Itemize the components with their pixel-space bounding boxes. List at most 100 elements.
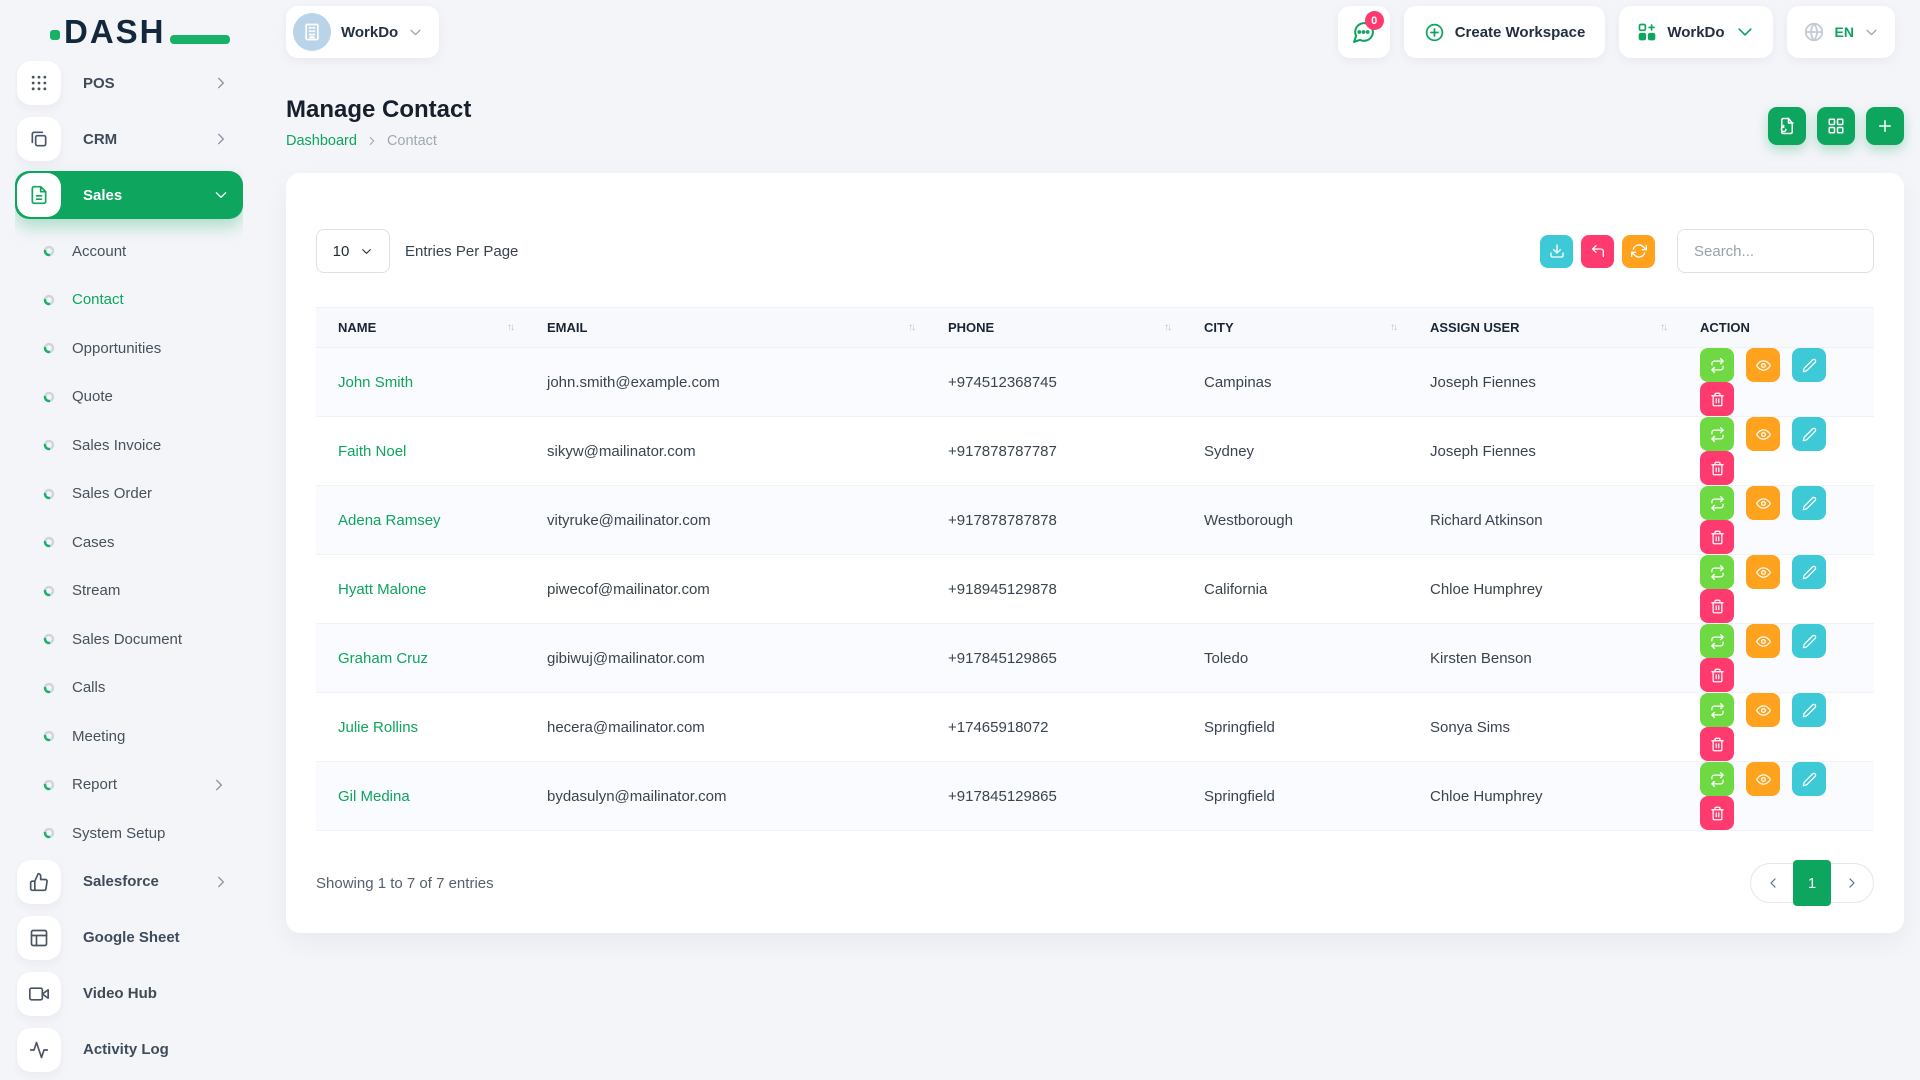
column-header[interactable]: NAME ↑↓: [316, 308, 525, 348]
edit-button[interactable]: [1792, 624, 1826, 658]
convert-icon: [1710, 703, 1725, 718]
previous-page-button[interactable]: [1754, 863, 1791, 903]
convert-button[interactable]: [1700, 693, 1734, 727]
table-row: Faith Noel sikyw@mailinator.com +9178787…: [316, 417, 1874, 486]
sidebar-subitem-sales-invoice[interactable]: Sales Invoice: [15, 421, 243, 470]
contact-name-link[interactable]: Gil Medina: [338, 788, 410, 805]
language-selector[interactable]: EN: [1787, 6, 1895, 58]
column-header[interactable]: ASSIGN USER ↑↓: [1408, 308, 1678, 348]
edit-button[interactable]: [1792, 417, 1826, 451]
convert-button[interactable]: [1700, 486, 1734, 520]
sort-icon[interactable]: ↑↓: [1164, 322, 1170, 333]
sidebar-item-video-hub[interactable]: Video Hub: [15, 970, 243, 1018]
sidebar-subitem-sales-document[interactable]: Sales Document: [15, 615, 243, 664]
sidebar-item-crm[interactable]: CRM: [15, 115, 243, 163]
view-button[interactable]: [1746, 624, 1780, 658]
view-button[interactable]: [1746, 486, 1780, 520]
entries-per-page-select[interactable]: 10: [316, 229, 390, 273]
grid-view-button[interactable]: [1817, 107, 1855, 145]
breadcrumb-dashboard-link[interactable]: Dashboard: [286, 133, 357, 149]
workspace-switcher[interactable]: WorkDo: [286, 6, 439, 58]
create-workspace-button[interactable]: Create Workspace: [1404, 6, 1606, 58]
sidebar-item-sales[interactable]: Sales: [15, 171, 243, 219]
sidebar-subitem-contact[interactable]: Contact: [15, 276, 243, 325]
edit-button[interactable]: [1792, 762, 1826, 796]
refresh-button[interactable]: [1622, 235, 1655, 268]
delete-button[interactable]: [1700, 589, 1734, 623]
sidebar-subitem-opportunities[interactable]: Opportunities: [15, 324, 243, 373]
edit-button[interactable]: [1792, 693, 1826, 727]
convert-button[interactable]: [1700, 348, 1734, 382]
sidebar-subitem-system-setup[interactable]: System Setup: [15, 809, 243, 858]
edit-button[interactable]: [1792, 348, 1826, 382]
delete-button[interactable]: [1700, 727, 1734, 761]
contact-name-link[interactable]: Faith Noel: [338, 443, 406, 460]
sidebar-subitem-report[interactable]: Report: [15, 761, 243, 810]
view-button[interactable]: [1746, 348, 1780, 382]
sort-icon[interactable]: ↑↓: [908, 322, 914, 333]
view-button[interactable]: [1746, 693, 1780, 727]
view-button[interactable]: [1746, 417, 1780, 451]
view-button[interactable]: [1746, 762, 1780, 796]
undo-button[interactable]: [1581, 235, 1614, 268]
next-page-button[interactable]: [1833, 863, 1870, 903]
sidebar-item-activity-log[interactable]: Activity Log: [15, 1026, 243, 1074]
sort-icon[interactable]: ↑↓: [507, 322, 513, 333]
convert-button[interactable]: [1700, 624, 1734, 658]
contact-city: Sydney: [1182, 417, 1408, 486]
column-header[interactable]: ACTION ↑↓: [1678, 308, 1874, 348]
delete-button[interactable]: [1700, 796, 1734, 830]
add-contact-button[interactable]: [1866, 107, 1904, 145]
convert-button[interactable]: [1700, 762, 1734, 796]
contact-phone: +17465918072: [926, 693, 1182, 762]
sidebar-subitem-calls[interactable]: Calls: [15, 664, 243, 713]
sidebar-subitem-account[interactable]: Account: [15, 227, 243, 276]
create-workspace-label: Create Workspace: [1455, 24, 1586, 41]
sidebar-subitem-stream[interactable]: Stream: [15, 567, 243, 616]
contact-name-link[interactable]: Hyatt Malone: [338, 581, 426, 598]
app-logo[interactable]: DASH: [64, 13, 286, 51]
edit-button[interactable]: [1792, 486, 1826, 520]
contact-name-link[interactable]: Adena Ramsey: [338, 512, 441, 529]
donut-bullet-icon: [43, 294, 55, 306]
chevron-down-icon: [408, 25, 423, 40]
search-input[interactable]: [1677, 229, 1874, 273]
sidebar-subitem-quote[interactable]: Quote: [15, 373, 243, 422]
column-header[interactable]: PHONE ↑↓: [926, 308, 1182, 348]
sidebar-item-pos[interactable]: POS: [15, 60, 243, 107]
sort-icon[interactable]: ↑↓: [1390, 322, 1396, 333]
column-header[interactable]: CITY ↑↓: [1182, 308, 1408, 348]
convert-button[interactable]: [1700, 417, 1734, 451]
sort-icon[interactable]: ↑↓: [1660, 322, 1666, 333]
logo-dot: [50, 30, 60, 40]
page-1-button[interactable]: 1: [1793, 860, 1831, 906]
chevron-right-icon: [1845, 876, 1859, 890]
download-button[interactable]: [1540, 235, 1573, 268]
delete-button[interactable]: [1700, 520, 1734, 554]
contact-name-link[interactable]: Julie Rollins: [338, 719, 418, 736]
sidebar-subitem-sales-order[interactable]: Sales Order: [15, 470, 243, 519]
edit-button[interactable]: [1792, 555, 1826, 589]
pencil-icon: [1802, 565, 1817, 580]
sidebar-item-google-sheet[interactable]: Google Sheet: [15, 914, 243, 962]
breadcrumb-current: Contact: [387, 133, 437, 149]
sidebar-subitem-cases[interactable]: Cases: [15, 518, 243, 567]
contact-name-link[interactable]: John Smith: [338, 374, 413, 391]
delete-button[interactable]: [1700, 382, 1734, 416]
sidebar-subitem-meeting[interactable]: Meeting: [15, 712, 243, 761]
chevron-down-icon: [360, 245, 373, 258]
export-contacts-button[interactable]: [1768, 107, 1806, 145]
delete-button[interactable]: [1700, 658, 1734, 692]
messages-button[interactable]: 0: [1338, 6, 1390, 58]
delete-button[interactable]: [1700, 451, 1734, 485]
view-button[interactable]: [1746, 555, 1780, 589]
contact-phone: +918945129878: [926, 555, 1182, 624]
chevron-down-icon: [1864, 25, 1879, 40]
convert-button[interactable]: [1700, 555, 1734, 589]
column-header[interactable]: EMAIL ↑↓: [525, 308, 926, 348]
contact-assign-user: Joseph Fiennes: [1408, 348, 1678, 417]
sidebar-item-salesforce[interactable]: Salesforce: [15, 858, 243, 906]
video-icon: [29, 984, 49, 1004]
account-menu[interactable]: WorkDo: [1619, 6, 1772, 58]
contact-name-link[interactable]: Graham Cruz: [338, 650, 428, 667]
